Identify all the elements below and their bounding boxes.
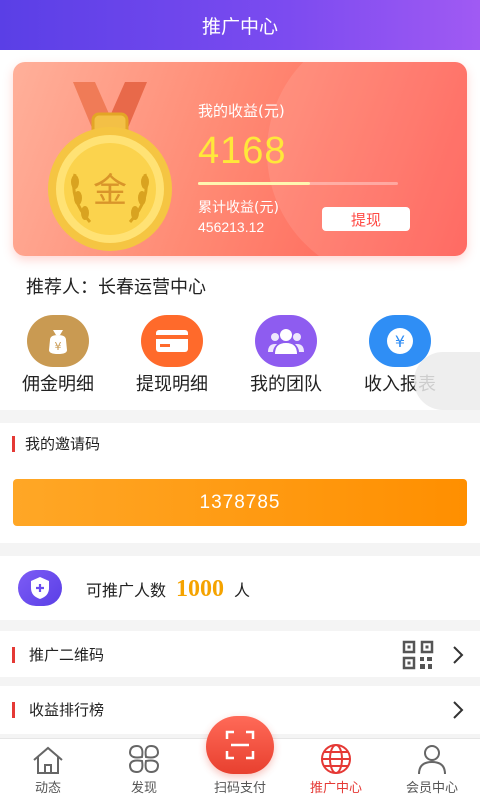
svg-text:¥: ¥ xyxy=(55,340,62,353)
row-promo-qrcode[interactable]: 推广二维码 xyxy=(0,631,480,677)
total-earnings-label: 累计收益(元) xyxy=(198,200,279,216)
invite-code-button[interactable]: 1378785 xyxy=(13,479,467,526)
earnings-value: 4168 xyxy=(198,130,287,172)
section-marker xyxy=(12,701,15,718)
quick-action-withdraw-detail[interactable]: 提现明细 xyxy=(117,315,227,396)
medal-text: 金 xyxy=(93,171,127,211)
promote-count-suffix: 人 xyxy=(234,581,251,600)
discover-icon xyxy=(128,744,160,774)
section-marker xyxy=(12,646,15,663)
globe-icon xyxy=(321,744,351,774)
promote-count-prefix: 可推广人数 xyxy=(86,581,167,600)
referrer-name: 长春运营中心 xyxy=(98,277,206,298)
referrer-label: 推荐人： xyxy=(26,277,98,298)
scan-icon xyxy=(225,730,255,760)
promote-count-value: 1000 xyxy=(176,576,225,602)
home-icon xyxy=(33,746,63,774)
invite-title: 我的邀请码 xyxy=(12,433,100,454)
row-title: 收益排行榜 xyxy=(12,699,104,720)
earnings-progress-fill xyxy=(198,182,310,185)
row-title-text: 收益排行榜 xyxy=(29,701,105,719)
yen-coin-icon: ¥ xyxy=(369,315,431,367)
invite-title-text: 我的邀请码 xyxy=(25,435,101,453)
earnings-progress xyxy=(198,182,398,185)
tab-member-center[interactable]: 会员中心 xyxy=(384,739,480,800)
shield-icon xyxy=(18,570,62,606)
page-title: 推广中心 xyxy=(201,15,278,38)
quick-actions: ¥ 佣金明细 提现明细 我的团队 ¥ 收入报表 xyxy=(0,315,480,395)
chevron-right-icon xyxy=(453,701,464,719)
chevron-right-icon xyxy=(453,646,464,664)
earnings-card: 金 我的收益(元) 4168 累计收益(元) 456213.12 提现 xyxy=(13,62,467,256)
tab-label: 动态 xyxy=(34,781,61,796)
tab-label: 扫码支付 xyxy=(213,781,266,796)
quick-action-label: 提现明细 xyxy=(136,374,208,395)
tab-discover[interactable]: 发现 xyxy=(96,739,192,800)
team-icon xyxy=(255,315,317,367)
tab-dynamic[interactable]: 动态 xyxy=(0,739,96,800)
header: 推广中心 xyxy=(0,0,480,50)
tab-label: 推广中心 xyxy=(309,781,362,796)
gold-medal-icon: 金 xyxy=(48,82,172,251)
floating-assist-button[interactable] xyxy=(414,352,480,410)
referrer: 推荐人：长春运营中心 xyxy=(26,273,206,299)
tab-label: 发现 xyxy=(130,781,157,796)
svg-text:¥: ¥ xyxy=(395,332,405,351)
row-title-text: 推广二维码 xyxy=(29,646,105,664)
withdraw-button[interactable]: 提现 xyxy=(322,207,410,231)
total-earnings-value: 456213.12 xyxy=(198,219,265,235)
credit-card-icon xyxy=(141,315,203,367)
quick-action-label: 佣金明细 xyxy=(22,374,94,395)
qr-code-icon xyxy=(402,640,434,670)
row-title: 推广二维码 xyxy=(12,644,104,665)
money-bag-icon: ¥ xyxy=(27,315,89,367)
quick-action-commission[interactable]: ¥ 佣金明细 xyxy=(3,315,113,396)
user-icon xyxy=(418,745,446,775)
quick-action-team[interactable]: 我的团队 xyxy=(231,315,341,396)
tab-label: 会员中心 xyxy=(405,781,458,796)
quick-action-label: 我的团队 xyxy=(250,374,322,395)
earnings-label: 我的收益(元) xyxy=(198,102,285,120)
tab-promotion-center[interactable]: 推广中心 xyxy=(288,739,384,800)
promote-count: 可推广人数 1000 人 xyxy=(86,576,250,603)
section-marker xyxy=(12,435,15,452)
scan-pay-button[interactable] xyxy=(206,716,274,774)
